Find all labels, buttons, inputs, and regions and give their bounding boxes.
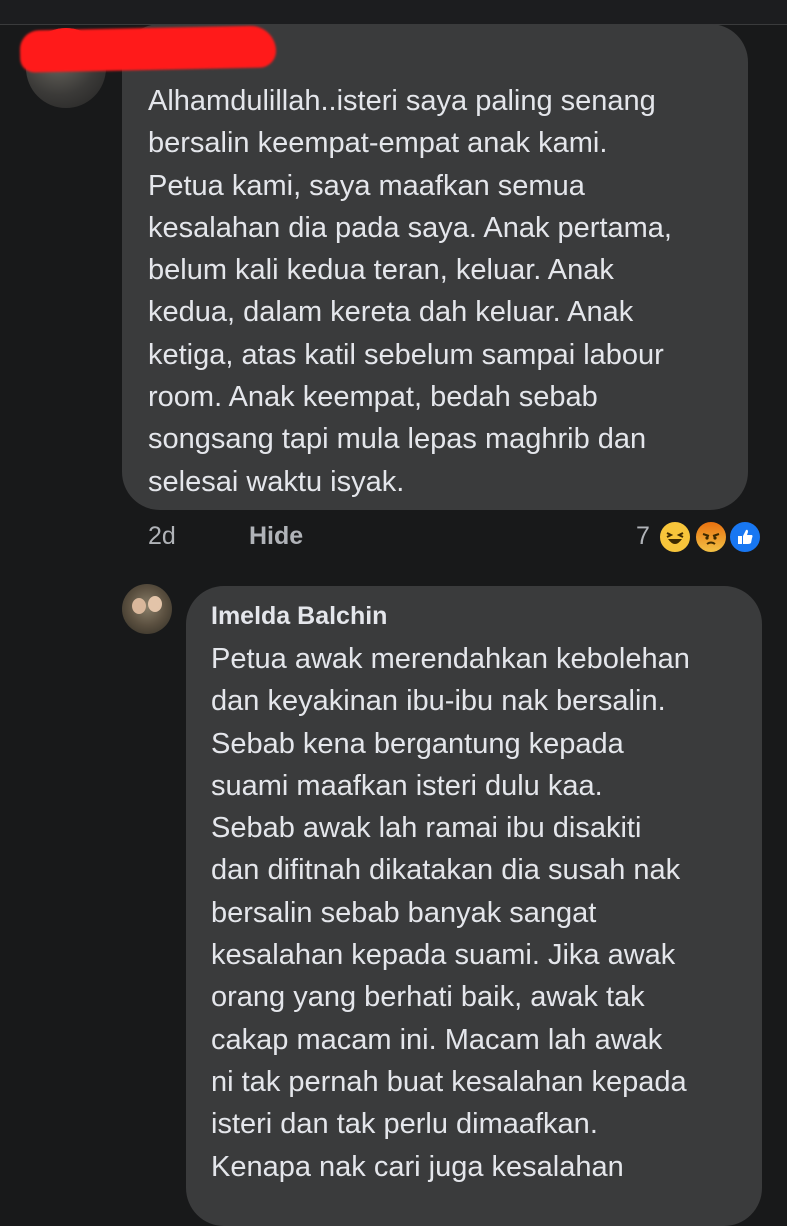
avatar-face — [132, 598, 146, 614]
comment-timestamp[interactable]: 2d — [148, 522, 176, 551]
comment-body: Alhamdulillah..isteri saya paling senang… — [148, 85, 672, 498]
avatar-face — [148, 596, 162, 612]
like-icon — [728, 520, 762, 554]
reply-body: Petua awak merendahkan kebolehan dan key… — [211, 643, 690, 1183]
reaction-count[interactable]: 7 — [636, 522, 650, 551]
reaction-summary[interactable] — [658, 518, 768, 556]
top-divider — [0, 0, 787, 25]
reply-author-avatar[interactable] — [122, 584, 172, 634]
redacted-commenter-name — [19, 25, 277, 73]
haha-icon — [658, 520, 692, 554]
hide-button[interactable]: Hide — [249, 522, 303, 551]
angry-icon — [694, 520, 728, 554]
reply-author-name[interactable]: Imelda Balchin — [211, 602, 387, 631]
